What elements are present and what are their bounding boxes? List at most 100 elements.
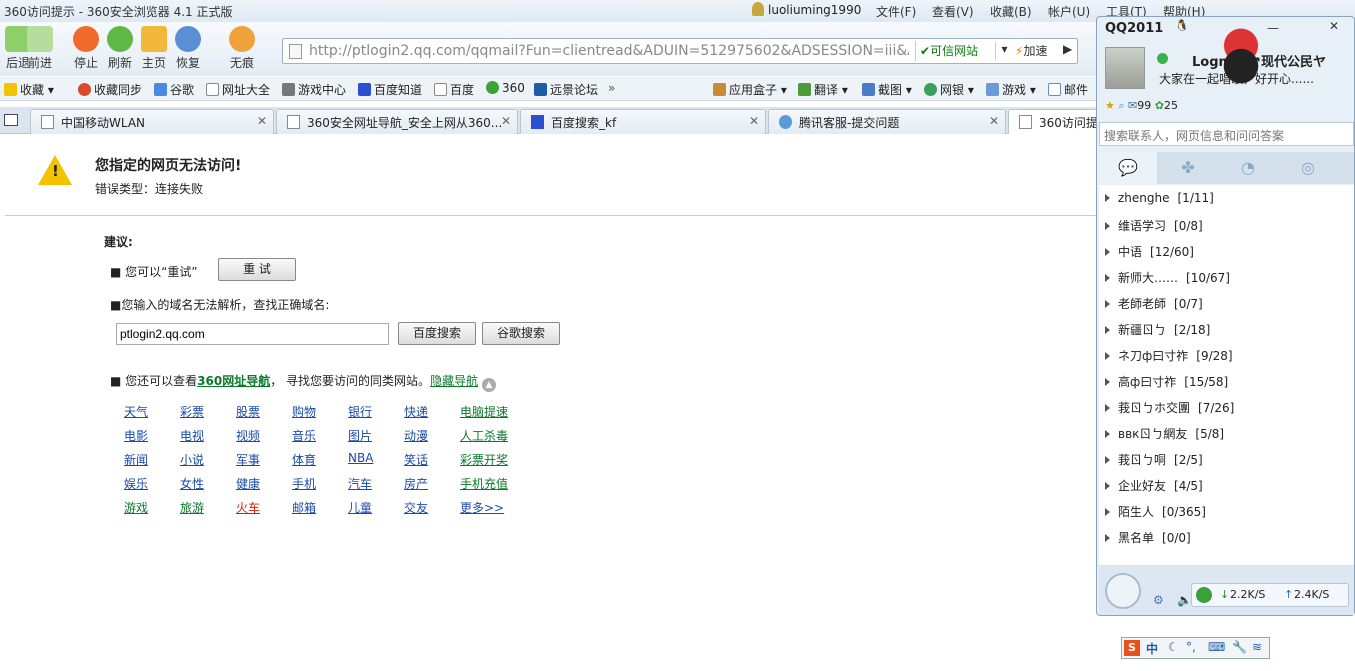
qq-signature[interactable]: 大家在一起唱歌，好开心...... <box>1159 70 1314 87</box>
nav-link[interactable]: 军事 <box>236 451 260 468</box>
bookmark-item[interactable]: 网址大全 <box>206 81 270 98</box>
tab[interactable]: 百度搜索_kf ✕ <box>520 109 766 134</box>
nav-link[interactable]: 新闻 <box>124 451 148 468</box>
toolbar-app[interactable]: 游戏 ▾ <box>986 81 1036 98</box>
moon-icon[interactable]: ☾ <box>1168 640 1179 654</box>
nav-link[interactable]: 笑话 <box>404 451 428 468</box>
qq-main-menu-icon[interactable] <box>1105 573 1141 609</box>
nav-link[interactable]: 旅游 <box>180 499 204 516</box>
nav-link[interactable]: 交友 <box>404 499 428 516</box>
nav-link[interactable]: 股票 <box>236 403 260 420</box>
network-speed-widget[interactable]: ↓ 2.2K/S ↑ 2.4K/S <box>1191 583 1349 607</box>
contact-group[interactable]: 新疆ㄖㄅ [2/18] <box>1105 321 1210 338</box>
close-icon[interactable]: ✕ <box>989 114 999 128</box>
contacts-tab-icon[interactable]: 💬 <box>1099 152 1157 184</box>
contact-group[interactable]: ネ刀ф曰寸祚 [9/28] <box>1105 347 1233 364</box>
domain-input[interactable] <box>116 323 389 345</box>
bookmark-item[interactable]: 360 <box>486 81 525 95</box>
contact-group[interactable]: 维语学习 [0/8] <box>1105 217 1203 234</box>
contact-group[interactable]: 黑名单 [0/0] <box>1105 529 1191 546</box>
nav-link[interactable]: 人工杀毒 <box>460 427 508 444</box>
nav-link[interactable]: 图片 <box>348 427 372 444</box>
clover-icon[interactable]: ✿ <box>1155 99 1164 112</box>
bookmark-item[interactable]: 百度知道 <box>358 81 422 98</box>
nav-link[interactable]: 动漫 <box>404 427 428 444</box>
menu-account[interactable]: 帐户(U) <box>1048 3 1090 20</box>
nav-link[interactable]: 娱乐 <box>124 475 148 492</box>
address-bar[interactable]: http://ptlogin2.qq.com/qqmail?Fun=client… <box>282 38 1078 64</box>
retry-button[interactable]: 重 试 <box>218 258 296 281</box>
nav-link[interactable]: 电影 <box>124 427 148 444</box>
qq-search-input[interactable]: 搜索联系人，网页信息和问问答案 <box>1099 122 1354 146</box>
nav-link[interactable]: 邮箱 <box>292 499 316 516</box>
groups-tab-icon[interactable]: ✤ <box>1159 152 1217 184</box>
menu-favorites[interactable]: 收藏(B) <box>990 3 1032 20</box>
contact-group[interactable]: zhenghe [1/11] <box>1105 191 1214 205</box>
more-bookmarks-icon[interactable]: » <box>608 81 615 95</box>
nav-link[interactable]: 更多>> <box>460 499 504 516</box>
menu-view[interactable]: 查看(V) <box>932 3 974 20</box>
menu-file[interactable]: 文件(F) <box>876 3 916 20</box>
account-user[interactable]: luoliuming1990 <box>752 2 861 17</box>
nav-link[interactable]: 电脑提速 <box>460 403 508 420</box>
volume-icon[interactable]: 🔈 <box>1177 593 1192 607</box>
contact-group[interactable]: 高ф曰寸祚 [15/58] <box>1105 373 1228 390</box>
tab[interactable]: 中国移动WLAN ✕ <box>30 109 274 134</box>
nav-link[interactable]: 音乐 <box>292 427 316 444</box>
restore-button[interactable]: 恢复 <box>170 24 206 71</box>
forward-button[interactable]: 前进 <box>22 24 58 71</box>
toolbar-app[interactable]: 网银 ▾ <box>924 81 974 98</box>
nav-link[interactable]: 视频 <box>236 427 260 444</box>
bookmark-item[interactable]: 谷歌 <box>154 81 194 98</box>
close-icon[interactable]: ✕ <box>257 114 267 128</box>
feed-icon[interactable]: ≋ <box>1252 640 1262 654</box>
nav-link[interactable]: 游戏 <box>124 499 148 516</box>
close-icon[interactable]: ✕ <box>749 114 759 128</box>
chats-tab-icon[interactable]: ◔ <box>1219 152 1277 184</box>
nav-link[interactable]: 手机 <box>292 475 316 492</box>
stop-button[interactable]: 停止 <box>68 24 104 71</box>
qq-nickname[interactable]: Logman↗现代公民ヤ <box>1192 51 1326 70</box>
punctuation-icon[interactable]: °, <box>1186 640 1196 654</box>
google-search-button[interactable]: 谷歌搜索 <box>482 322 560 345</box>
close-icon[interactable]: ✕ <box>501 114 511 128</box>
contact-group[interactable]: 中语 [12/60] <box>1105 243 1194 260</box>
nav-link[interactable]: 彩票开奖 <box>460 451 508 468</box>
incognito-button[interactable]: 无痕 <box>224 24 260 71</box>
nav-link[interactable]: 女性 <box>180 475 204 492</box>
hide-nav-link[interactable]: 隐藏导航 <box>430 374 478 388</box>
toolbar-app[interactable]: 应用盒子 ▾ <box>713 81 787 98</box>
dropdown-arrow-icon[interactable]: ▾ <box>995 42 1013 60</box>
tab-active[interactable]: 360访问提示 <box>1008 109 1108 134</box>
nav-link[interactable]: 手机充值 <box>460 475 508 492</box>
close-icon[interactable]: ✕ <box>1329 19 1339 33</box>
toolbar-app[interactable]: 邮件 <box>1048 81 1088 98</box>
bookmark-item[interactable]: 收藏同步 <box>78 81 142 98</box>
go-icon[interactable]: ▶ <box>1063 42 1072 56</box>
ime-mode[interactable]: 中 <box>1146 640 1158 657</box>
contact-group[interactable]: 莪ㄖㄅホ交團 [7/26] <box>1105 399 1234 416</box>
contact-group[interactable]: 陌生人 [0/365] <box>1105 503 1206 520</box>
nav-link[interactable]: 健康 <box>236 475 260 492</box>
star-icon[interactable]: ★ <box>1105 99 1115 112</box>
nav-link[interactable]: 房产 <box>404 475 428 492</box>
nav-link[interactable]: 火车 <box>236 499 260 516</box>
contact-group[interactable]: 企业好友 [4/5] <box>1105 477 1203 494</box>
tab[interactable]: 360安全网址导航_安全上网从360... ✕ <box>276 109 518 134</box>
sogou-icon[interactable]: S <box>1124 640 1140 656</box>
mail-icon[interactable]: ✉ <box>1128 99 1137 112</box>
url-text[interactable]: http://ptlogin2.qq.com/qqmail?Fun=client… <box>309 43 909 59</box>
nav-link[interactable]: 购物 <box>292 403 316 420</box>
home-button[interactable]: 主页 <box>136 24 172 71</box>
nav-link[interactable]: 快递 <box>404 403 428 420</box>
nav-link[interactable]: 电视 <box>180 427 204 444</box>
refresh-button[interactable]: 刷新 <box>102 24 138 71</box>
bookmark-item[interactable]: 百度 <box>434 81 474 98</box>
sidebar-toggle-icon[interactable] <box>4 114 18 126</box>
keyboard-icon[interactable]: ⌨ <box>1208 640 1225 654</box>
360-nav-link[interactable]: 360网址导航 <box>197 374 270 388</box>
toolbar-app[interactable]: 截图 ▾ <box>862 81 912 98</box>
settings-icon[interactable]: ⚙ <box>1153 593 1164 607</box>
trusted-site-badge[interactable]: ✔可信网站 <box>915 41 982 61</box>
nav-link[interactable]: 彩票 <box>180 403 204 420</box>
